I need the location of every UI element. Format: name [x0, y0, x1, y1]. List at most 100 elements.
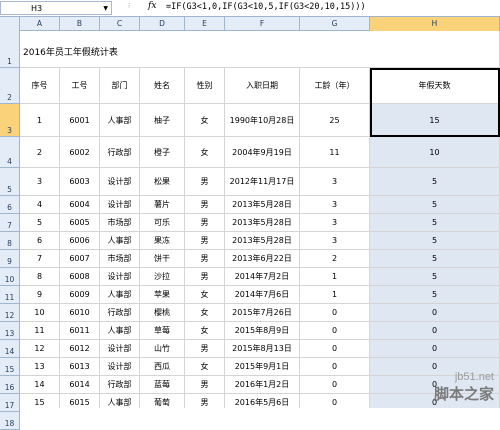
table-header-cell[interactable]: 姓名	[140, 68, 185, 104]
table-cell[interactable]: 葡萄	[140, 394, 185, 408]
title-row-cell[interactable]	[185, 31, 225, 68]
table-cell[interactable]: 2014年7月6日	[225, 286, 300, 304]
table-cell[interactable]: 人事部	[100, 286, 140, 304]
table-cell[interactable]: 6015	[60, 394, 100, 408]
table-cell[interactable]: 6003	[60, 168, 100, 196]
table-cell[interactable]: 2016年1月2日	[225, 376, 300, 394]
table-cell[interactable]: 11	[300, 137, 370, 168]
row-header-13[interactable]: 13	[0, 322, 20, 340]
row-header-4[interactable]: 4	[0, 137, 20, 168]
table-cell[interactable]: 2	[300, 250, 370, 268]
table-cell[interactable]: 市场部	[100, 250, 140, 268]
table-cell[interactable]: 2012年11月17日	[225, 168, 300, 196]
table-header-cell[interactable]: 序号	[20, 68, 60, 104]
table-cell[interactable]: 男	[185, 250, 225, 268]
table-cell[interactable]: 1990年10月28日	[225, 104, 300, 137]
annual-leave-cell[interactable]: 5	[370, 232, 500, 250]
table-cell[interactable]: 0	[300, 376, 370, 394]
table-cell[interactable]: 6004	[60, 196, 100, 214]
table-cell[interactable]: 果冻	[140, 232, 185, 250]
table-header-cell[interactable]: 性别	[185, 68, 225, 104]
annual-leave-cell[interactable]: 10	[370, 137, 500, 168]
table-cell[interactable]: 2	[20, 137, 60, 168]
table-cell[interactable]: 男	[185, 232, 225, 250]
table-cell[interactable]: 可乐	[140, 214, 185, 232]
table-cell[interactable]: 男	[185, 196, 225, 214]
table-cell[interactable]: 0	[300, 304, 370, 322]
table-cell[interactable]: 苹果	[140, 286, 185, 304]
table-cell[interactable]: 人事部	[100, 322, 140, 340]
table-cell[interactable]: 行政部	[100, 304, 140, 322]
table-header-cell[interactable]: 工龄（年）	[300, 68, 370, 104]
column-header-c[interactable]: C	[100, 17, 140, 31]
column-header-b[interactable]: B	[60, 17, 100, 31]
row-header-7[interactable]: 7	[0, 214, 20, 232]
annual-leave-cell[interactable]: 15	[370, 104, 500, 137]
table-cell[interactable]: 草莓	[140, 322, 185, 340]
table-cell[interactable]: 6	[20, 232, 60, 250]
table-cell[interactable]: 1	[300, 268, 370, 286]
table-cell[interactable]: 2004年9月19日	[225, 137, 300, 168]
table-cell[interactable]: 3	[20, 168, 60, 196]
table-cell[interactable]: 男	[185, 340, 225, 358]
row-header-17[interactable]: 17	[0, 394, 20, 412]
title-row-cell[interactable]	[370, 31, 500, 68]
table-cell[interactable]: 人事部	[100, 232, 140, 250]
annual-leave-cell[interactable]: 5	[370, 168, 500, 196]
table-cell[interactable]: 女	[185, 322, 225, 340]
table-header-cell[interactable]: 工号	[60, 68, 100, 104]
table-cell[interactable]: 13	[20, 358, 60, 376]
table-cell[interactable]: 女	[185, 137, 225, 168]
row-header-8[interactable]: 8	[0, 232, 20, 250]
table-cell[interactable]: 1	[20, 104, 60, 137]
table-cell[interactable]: 人事部	[100, 394, 140, 408]
table-cell[interactable]: 设计部	[100, 358, 140, 376]
row-header-6[interactable]: 6	[0, 196, 20, 214]
annual-leave-cell[interactable]: 5	[370, 214, 500, 232]
row-header-5[interactable]: 5	[0, 168, 20, 196]
row-header-18[interactable]: 18	[0, 412, 20, 430]
table-cell[interactable]: 设计部	[100, 168, 140, 196]
table-cell[interactable]: 7	[20, 250, 60, 268]
table-cell[interactable]: 柚子	[140, 104, 185, 137]
select-all-corner[interactable]	[0, 17, 20, 31]
table-cell[interactable]: 6001	[60, 104, 100, 137]
table-cell[interactable]: 薯片	[140, 196, 185, 214]
fx-icon[interactable]: fx	[148, 1, 156, 11]
table-cell[interactable]: 3	[300, 214, 370, 232]
column-header-h[interactable]: H	[370, 17, 500, 31]
table-cell[interactable]: 行政部	[100, 137, 140, 168]
table-cell[interactable]: 设计部	[100, 268, 140, 286]
row-header-11[interactable]: 11	[0, 286, 20, 304]
table-cell[interactable]: 松果	[140, 168, 185, 196]
table-cell[interactable]: 14	[20, 376, 60, 394]
table-cell[interactable]: 6012	[60, 340, 100, 358]
table-header-cell[interactable]: 入职日期	[225, 68, 300, 104]
row-header-12[interactable]: 12	[0, 304, 20, 322]
row-header-2[interactable]: 2	[0, 68, 20, 104]
table-cell[interactable]: 6013	[60, 358, 100, 376]
table-cell[interactable]: 6011	[60, 322, 100, 340]
table-cell[interactable]: 2014年7月2日	[225, 268, 300, 286]
column-header-e[interactable]: E	[185, 17, 225, 31]
row-header-9[interactable]: 9	[0, 250, 20, 268]
table-cell[interactable]: 设计部	[100, 196, 140, 214]
table-cell[interactable]: 橙子	[140, 137, 185, 168]
table-cell[interactable]: 饼干	[140, 250, 185, 268]
table-cell[interactable]: 女	[185, 304, 225, 322]
table-cell[interactable]: 设计部	[100, 340, 140, 358]
table-cell[interactable]: 山竹	[140, 340, 185, 358]
formula-input[interactable]: =IF(G3<1,0,IF(G3<10,5,IF(G3<20,10,15)))	[166, 1, 500, 15]
table-cell[interactable]: 2013年6月22日	[225, 250, 300, 268]
table-cell[interactable]: 市场部	[100, 214, 140, 232]
table-cell[interactable]: 樱桃	[140, 304, 185, 322]
annual-leave-cell[interactable]: 0	[370, 304, 500, 322]
table-cell[interactable]: 10	[20, 304, 60, 322]
table-cell[interactable]: 男	[185, 376, 225, 394]
table-cell[interactable]: 6010	[60, 304, 100, 322]
table-cell[interactable]: 11	[20, 322, 60, 340]
annual-leave-cell[interactable]: 5	[370, 268, 500, 286]
row-header-15[interactable]: 15	[0, 358, 20, 376]
table-header-cell[interactable]: 年假天数	[370, 68, 500, 104]
column-header-g[interactable]: G	[300, 17, 370, 31]
